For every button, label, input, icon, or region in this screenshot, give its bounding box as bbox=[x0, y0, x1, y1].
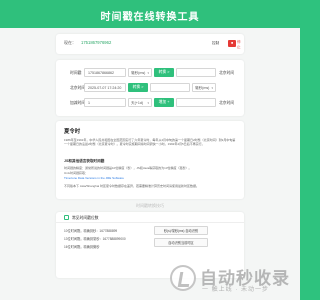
now-label: 现在： bbox=[64, 40, 76, 45]
beijing-time-label: 北京时间 bbox=[70, 86, 86, 90]
timestamp-unit-select[interactable]: 毫秒(ms) ▾ bbox=[128, 68, 152, 77]
info-paragraph: 时间戳的精度：通常所说的时间戳是10位精度（秒），JS和Java等获取的为13位… bbox=[64, 166, 192, 170]
info-paragraph: 1986年至1991年，中华人民共和国在全国范围实行了六年夏令时，每年从4月中旬… bbox=[64, 138, 236, 147]
add-amount-input[interactable]: 1 bbox=[84, 98, 126, 107]
watermark-logo-icon bbox=[170, 265, 196, 291]
current-timestamp-card: 现在： 1751867976962 控制 ■ 停止 bbox=[56, 34, 244, 54]
page-title: 时间戳在线转换工具 bbox=[100, 12, 200, 23]
add-button[interactable]: 增加 + bbox=[154, 98, 174, 107]
tips-item: 10位时间戳，精确到秒：1677888899 bbox=[64, 229, 118, 233]
stop-button[interactable]: 停止 bbox=[237, 40, 244, 50]
control-label: 控制 bbox=[212, 41, 220, 45]
convert-button[interactable]: 转换 > bbox=[128, 83, 148, 92]
auto-detect-timezone-button[interactable]: 自动识别当前时区 bbox=[154, 238, 208, 247]
date-to-timestamp-row: 北京时间 2025-07-07 17:24:20 转换 > 毫秒(ms) ▾ bbox=[56, 83, 244, 93]
add-time-label: 加减时间 bbox=[70, 101, 86, 105]
section-caption: 时间戳转换技巧 bbox=[136, 203, 164, 208]
watermark-subtitle: 一 触上线 · 未动一步 bbox=[202, 287, 269, 293]
date-output[interactable] bbox=[176, 68, 216, 77]
timestamp-output[interactable] bbox=[150, 83, 190, 92]
tips-item: 16位时间戳，精确到微秒 bbox=[64, 245, 100, 249]
unit-select-value: 毫秒(ms) bbox=[195, 86, 210, 90]
info-title: 夏令时 bbox=[64, 129, 81, 135]
timezone-data-link[interactable]: Timezone Data Versions in the JRE Softwa… bbox=[64, 176, 124, 180]
converter-card: 时间戳 1751867866862 毫秒(ms) ▾ 转换 > 北京时间 北京时间… bbox=[56, 60, 244, 116]
info-subtitle: JS和其他语言获取时间戳 bbox=[64, 159, 105, 163]
stop-icon[interactable]: ■ bbox=[228, 40, 236, 47]
info-paragraph: 不同版本下 Asia/Shanghai 时区夏令时数据存在差异，若需要精准计算历… bbox=[64, 184, 200, 188]
info-card: 夏令时 1986年至1991年，中华人民共和国在全国范围实行了六年夏令时，每年从… bbox=[56, 121, 244, 199]
watermark: 自动秒收录 一 触上线 · 未动一步 bbox=[170, 262, 296, 296]
add-result-output[interactable] bbox=[176, 98, 216, 107]
add-time-row: 加减时间 1 天(+1d) ▾ 增加 + 北京时间 bbox=[56, 98, 244, 108]
chevron-down-icon: ▾ bbox=[147, 71, 149, 75]
info-paragraph: Unix时间戳获取： bbox=[64, 171, 89, 175]
chevron-down-icon: ▾ bbox=[211, 86, 213, 90]
unit-select-value: 毫秒(ms) bbox=[131, 71, 146, 75]
timestamp-input[interactable]: 1751867866862 bbox=[84, 68, 126, 77]
timestamp-unit-select[interactable]: 毫秒(ms) ▾ bbox=[192, 83, 216, 92]
tips-title: 常见时间戳位数 bbox=[72, 215, 99, 220]
convert-button[interactable]: 转换 > bbox=[154, 68, 174, 77]
timestamp-to-date-row: 时间戳 1751867866862 毫秒(ms) ▾ 转换 > 北京时间 bbox=[56, 68, 244, 78]
beijing-time-label: 北京时间 bbox=[219, 71, 235, 75]
clock-icon bbox=[64, 215, 69, 220]
timestamp-label: 时间戳 bbox=[70, 71, 82, 75]
add-unit-select[interactable]: 天(+1d) ▾ bbox=[128, 98, 152, 107]
beijing-time-label: 北京时间 bbox=[219, 101, 235, 105]
unit-select-value: 天(+1d) bbox=[131, 101, 144, 105]
date-input[interactable]: 2025-07-07 17:24:20 bbox=[84, 83, 126, 92]
auto-detect-unit-button[interactable]: 秒(s)/毫秒(ms) 自动识别 bbox=[154, 226, 208, 235]
current-timestamp-value: 1751867976962 bbox=[81, 40, 112, 45]
tips-item: 13位时间戳，精确到毫秒：1677888899000 bbox=[64, 237, 126, 241]
tips-header: 常见时间戳位数 bbox=[56, 212, 244, 223]
chevron-down-icon: ▾ bbox=[147, 101, 149, 105]
